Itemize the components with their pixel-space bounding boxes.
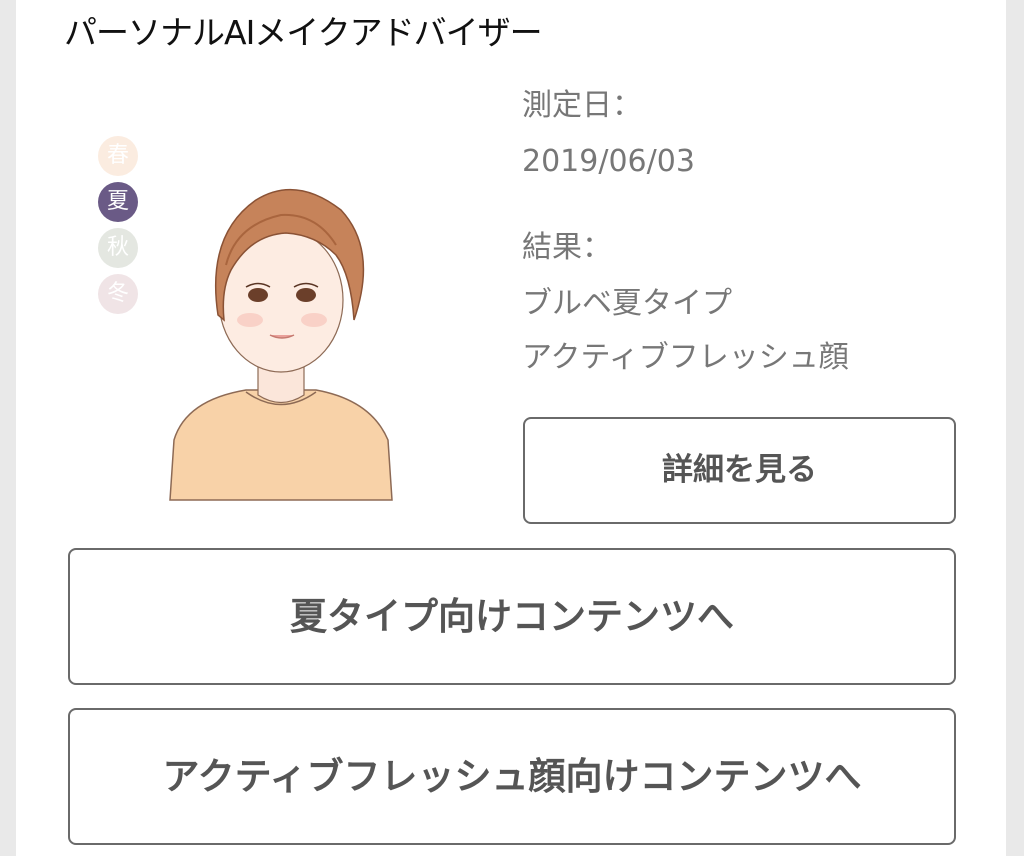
- season-indicator: 春 夏 秋 冬: [98, 136, 138, 320]
- portrait-shirt: [169, 389, 393, 501]
- page-title: パーソナルAIメイクアドバイザー: [64, 13, 543, 52]
- view-details-button[interactable]: 詳細を見る: [523, 417, 956, 524]
- season-winter: 冬: [98, 274, 138, 314]
- portrait-illustration: [169, 188, 393, 501]
- result-face: アクティブフレッシュ顔: [522, 340, 849, 375]
- portrait-right-eye: [296, 288, 316, 302]
- portrait-left-eye: [248, 288, 268, 302]
- date-label: 測定日：: [522, 88, 642, 123]
- season-autumn: 秋: [98, 228, 138, 268]
- result-label: 結果：: [522, 230, 612, 265]
- date-value: 2019/06/03: [522, 144, 695, 179]
- season-summer: 夏: [98, 182, 138, 222]
- measurement-info: 測定日： 2019/06/03 結果： ブルベ夏タイプ アクティブフレッシュ顔: [522, 84, 982, 380]
- result-card: パーソナルAIメイクアドバイザー 春 夏 秋 冬 測定日： 2019/06/03…: [16, 0, 1006, 856]
- face-content-button[interactable]: アクティブフレッシュ顔向けコンテンツへ: [68, 708, 956, 845]
- season-spring: 春: [98, 136, 138, 176]
- summer-content-button[interactable]: 夏タイプ向けコンテンツへ: [68, 548, 956, 685]
- result-type: ブルベ夏タイプ: [522, 286, 732, 321]
